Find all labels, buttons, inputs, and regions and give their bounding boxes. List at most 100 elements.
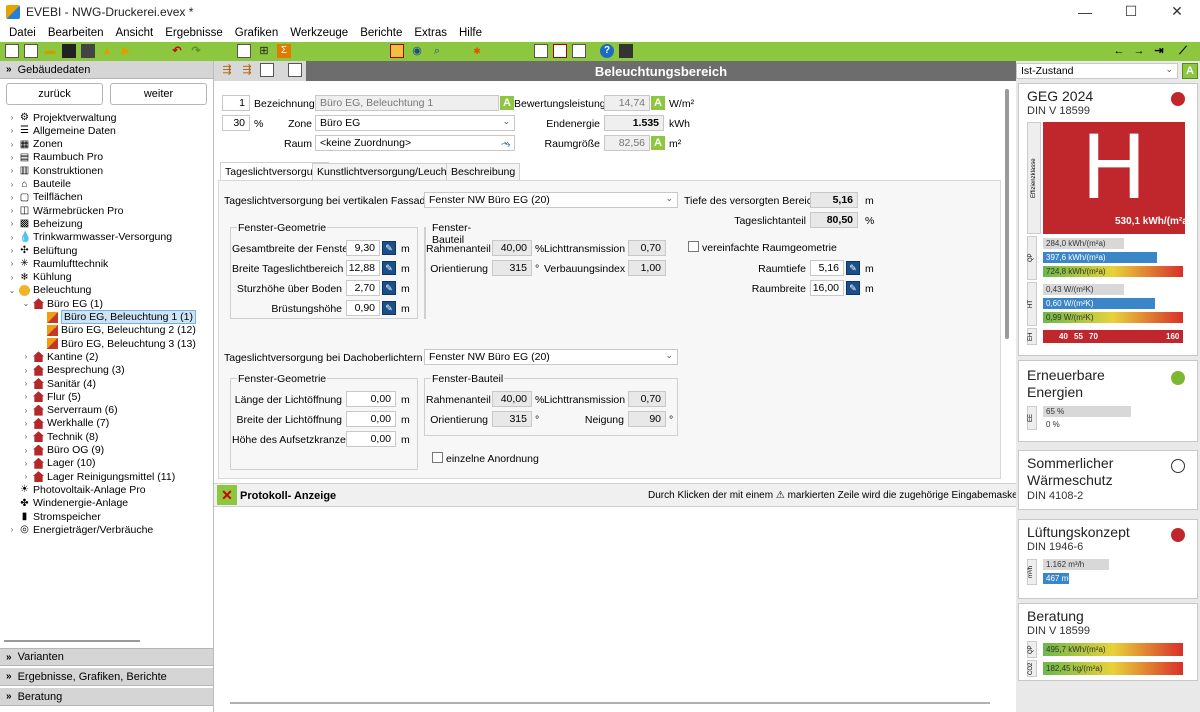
- new-doc-icon[interactable]: [24, 44, 38, 58]
- tree-item-zonen[interactable]: › ▦ Zonen: [8, 138, 63, 151]
- calc-icon[interactable]: [534, 44, 548, 58]
- chevron-right-icon[interactable]: ›: [22, 446, 30, 455]
- close-icon[interactable]: ✕: [217, 485, 237, 505]
- number-field[interactable]: 1: [222, 95, 250, 111]
- graph-icon[interactable]: ⟋: [1176, 44, 1190, 58]
- tree-item-trinkwarmwasser-versorgung[interactable]: › 💧 Trinkwarmwasser-Versorgung: [8, 231, 172, 244]
- chevron-right-icon[interactable]: ›: [8, 126, 16, 135]
- tree-item-werkhalle-7[interactable]: › Werkhalle (7): [22, 417, 110, 430]
- undo-icon[interactable]: ↶: [170, 44, 184, 58]
- chevron-right-icon[interactable]: ›: [8, 259, 16, 268]
- tree-item-belüftung[interactable]: › ✣ Belüftung: [8, 244, 78, 257]
- v-scrollbar[interactable]: [1005, 89, 1009, 339]
- export-icon[interactable]: ▶: [119, 44, 133, 58]
- tree-item-büro-eg-beleuchtung-3-13[interactable]: Büro EG, Beleuchtung 3 (13): [36, 337, 196, 350]
- maximize-button[interactable]: ☐: [1108, 0, 1154, 23]
- menu-datei[interactable]: Datei: [3, 27, 42, 39]
- tree-item-photovoltaik-anlage-pro[interactable]: ☀ Photovoltaik-Anlage Pro: [8, 483, 146, 496]
- bezeichnung-field[interactable]: Büro EG, Beleuchtung 1: [315, 95, 499, 111]
- tree-item-bauteile[interactable]: › ⌂ Bauteile: [8, 178, 71, 191]
- sw-card[interactable]: Sommerlicher Wärmeschutz DIN 4108-2: [1018, 450, 1198, 510]
- chevron-right-icon[interactable]: ›: [8, 206, 16, 215]
- chevron-right-icon[interactable]: ›: [8, 233, 16, 242]
- tree-item-flur-5[interactable]: › Flur (5): [22, 390, 81, 403]
- tree-item-sanitär-4[interactable]: › Sanitär (4): [22, 377, 96, 390]
- raumbreite-field[interactable]: 16,00: [810, 280, 844, 296]
- section-varianten[interactable]: » Varianten: [0, 648, 213, 666]
- menu-extras[interactable]: Extras: [408, 27, 453, 39]
- menu-ansicht[interactable]: Ansicht: [109, 27, 159, 39]
- component-icon[interactable]: [390, 44, 404, 58]
- ber-card[interactable]: Beratung DIN V 18599 QP 495,7 kWh/(m²a) …: [1018, 603, 1198, 681]
- add-row-icon[interactable]: ⇶: [220, 63, 234, 77]
- chevron-down-icon[interactable]: ⌄: [8, 286, 16, 295]
- edit-icon[interactable]: ✎: [382, 301, 396, 315]
- chevron-right-icon[interactable]: ›: [22, 379, 30, 388]
- tree-item-büro-eg-beleuchtung-2-12[interactable]: Büro EG, Beleuchtung 2 (12): [36, 324, 196, 337]
- chevron-right-icon[interactable]: ›: [22, 459, 30, 468]
- tree-item-stromspeicher[interactable]: ▮ Stromspeicher: [8, 510, 101, 523]
- print-icon[interactable]: [553, 44, 567, 58]
- fg2-field[interactable]: 0,00: [346, 431, 396, 447]
- percent-field[interactable]: 30: [222, 115, 250, 131]
- arrow-left-icon[interactable]: ←: [1112, 44, 1126, 58]
- chevron-right-icon[interactable]: ›: [8, 153, 16, 162]
- edit-icon[interactable]: ✎: [846, 261, 860, 275]
- section-gebaeudedaten[interactable]: » Gebäudedaten: [0, 61, 213, 79]
- lk-card[interactable]: Lüftungskonzept DIN 1946-6 m³/h 1.162 m³…: [1018, 519, 1198, 599]
- tree-item-konstruktionen[interactable]: › ▥ Konstruktionen: [8, 164, 103, 177]
- tree-item-kühlung[interactable]: › ❄ Kühlung: [8, 271, 72, 284]
- tree-item-lager-reinigungsmittel-11[interactable]: › Lager Reinigungsmittel (11): [22, 470, 176, 483]
- chevron-right-icon[interactable]: ›: [8, 113, 16, 122]
- fg1-field[interactable]: 12,88: [346, 260, 380, 276]
- new-file-icon[interactable]: [5, 44, 19, 58]
- tree-item-besprechung-3[interactable]: › Besprechung (3): [22, 364, 125, 377]
- tree-item-raumlufttechnik[interactable]: › ✳ Raumlufttechnik: [8, 257, 109, 270]
- edit-icon[interactable]: ✎: [846, 281, 860, 295]
- import-icon[interactable]: ▲: [100, 44, 114, 58]
- chevron-right-icon[interactable]: ›: [8, 180, 16, 189]
- vereinfacht-checkbox[interactable]: [688, 241, 699, 252]
- tab-kunstlicht[interactable]: Kunstlichtversorgung/Leuchten: [312, 163, 467, 180]
- state-select[interactable]: Ist-Zustand ⌄: [1016, 63, 1178, 79]
- open-folder-icon[interactable]: ▬: [43, 44, 57, 58]
- tree-item-lager-10[interactable]: › Lager (10): [22, 457, 96, 470]
- h-scrollbar[interactable]: [4, 640, 140, 642]
- menu-werkzeuge[interactable]: Werkzeuge: [284, 27, 354, 39]
- tree-item-teilflächen[interactable]: › ▢ Teilflächen: [8, 191, 83, 204]
- h-scrollbar[interactable]: [230, 702, 990, 704]
- sum-icon[interactable]: Σ: [277, 44, 291, 58]
- tree-item-serverraum-6[interactable]: › Serverraum (6): [22, 404, 118, 417]
- tree-item-büro-eg-beleuchtung-1-1[interactable]: Büro EG, Beleuchtung 1 (1): [36, 310, 196, 324]
- forward-button[interactable]: weiter: [110, 83, 207, 105]
- chevron-right-icon[interactable]: ›: [22, 406, 30, 415]
- chevron-right-icon[interactable]: ›: [8, 193, 16, 202]
- back-button[interactable]: zurück: [6, 83, 103, 105]
- redo-icon[interactable]: ↷: [189, 44, 203, 58]
- close-button[interactable]: ✕: [1154, 0, 1200, 23]
- link-icon[interactable]: ⤳: [501, 137, 511, 152]
- geg-card[interactable]: GEG 2024 DIN V 18599 Effizienzklasse H 5…: [1018, 83, 1198, 356]
- tree-item-energieträger-verbräuche[interactable]: › ◎ Energieträger/Verbräuche: [8, 523, 154, 536]
- arrow-right-icon[interactable]: →: [1132, 44, 1146, 58]
- tree-item-wärmebrücken-pro[interactable]: › ◫ Wärmebrücken Pro: [8, 204, 124, 217]
- structure-icon[interactable]: ⊞: [257, 44, 271, 58]
- chevron-right-icon[interactable]: ›: [8, 166, 16, 175]
- tree-item-windenergie-anlage[interactable]: ✤ Windenergie-Anlage: [8, 497, 128, 510]
- chevron-right-icon[interactable]: ›: [22, 472, 30, 481]
- chevron-right-icon[interactable]: ›: [8, 140, 16, 149]
- tree-item-raumbuch-pro[interactable]: › ▤ Raumbuch Pro: [8, 151, 103, 164]
- vert-select[interactable]: Fenster NW Büro EG (20) ⌄: [424, 192, 678, 208]
- einzeln-checkbox[interactable]: [432, 452, 443, 463]
- ee-card[interactable]: Erneuerbare Energien EE 65 % 0 %: [1018, 360, 1198, 442]
- section-ergebnisse[interactable]: » Ergebnisse, Grafiken, Berichte: [0, 668, 213, 686]
- fg2-field[interactable]: 0,00: [346, 391, 396, 407]
- copy-icon[interactable]: [260, 63, 274, 77]
- dach-select[interactable]: Fenster NW Büro EG (20) ⌄: [424, 349, 678, 365]
- chevron-right-icon[interactable]: ›: [8, 219, 16, 228]
- menu-hilfe[interactable]: Hilfe: [453, 27, 488, 39]
- quality-badge[interactable]: A: [1182, 63, 1198, 79]
- paste-icon[interactable]: [288, 63, 302, 77]
- star-icon[interactable]: ✱: [470, 44, 484, 58]
- tree-item-kantine-2[interactable]: › Kantine (2): [22, 350, 99, 363]
